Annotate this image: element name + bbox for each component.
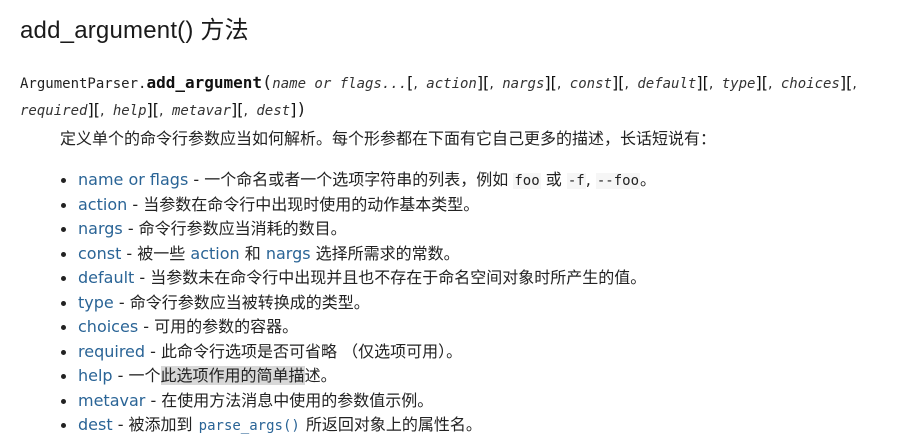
comma: ,	[99, 103, 105, 119]
item-text: - 命令行参数应当被转换成的类型。	[113, 292, 370, 312]
param-link-type[interactable]: type	[78, 293, 114, 312]
inline-code: -f	[566, 173, 586, 189]
signature-method-name: add_argument	[146, 73, 263, 92]
signature-param-type: type	[721, 76, 756, 92]
comma: ,	[413, 76, 418, 92]
item-text: 。	[640, 170, 657, 189]
item-text: - 被添加到	[112, 415, 198, 434]
param-link-const[interactable]: const	[78, 244, 121, 263]
list-item: choices - 可用的参数的容器。	[60, 315, 900, 340]
signature-param-nargs: nargs	[502, 76, 545, 92]
signature-param-name-or-flags: name or flags...	[272, 76, 408, 92]
param-link-name-or-flags[interactable]: name or flags	[78, 170, 188, 189]
signature-param-default: default	[637, 76, 697, 92]
comma: ,	[489, 76, 494, 92]
signature-param-required: required	[20, 103, 88, 119]
item-text: - 当参数未在命令行中出现并且也不存在于命名空间对象时所产生的值。	[134, 268, 647, 287]
list-item: required - 此命令行选项是否可省略 （仅选项可用）。	[60, 340, 900, 365]
item-text: 和	[239, 243, 266, 263]
comma: ,	[852, 76, 857, 92]
comma: ,	[767, 76, 773, 92]
item-text: 或	[540, 170, 567, 189]
item-text: - 被一些	[121, 243, 191, 263]
inline-link-action[interactable]: action	[190, 244, 239, 263]
doc-page: add_argument() 方法 ArgumentParser.add_arg…	[0, 0, 902, 446]
inline-code: --foo	[595, 173, 641, 189]
item-text: - 此命令行选项是否可省略 （仅选项可用）。	[145, 341, 463, 361]
comma: ,	[243, 103, 248, 119]
param-link-nargs[interactable]: nargs	[78, 219, 123, 238]
signature-param-help: help	[112, 103, 147, 119]
list-item: nargs - 命令行参数应当消耗的数目。	[60, 217, 900, 242]
list-item: const - 被一些 action 和 nargs 选择所需求的常数。	[60, 242, 900, 267]
item-text: - 可用的参数的容器。	[138, 317, 299, 336]
signature-param-action: action	[426, 76, 477, 92]
signature-param-choices: choices	[780, 76, 840, 92]
param-link-dest[interactable]: dest	[78, 415, 113, 434]
signature-param-const: const	[569, 76, 612, 92]
signature-open-paren: (	[262, 73, 273, 93]
list-item: metavar - 在使用方法消息中使用的参数值示例。	[60, 389, 900, 414]
param-link-metavar[interactable]: metavar	[78, 391, 145, 410]
list-item: action - 当参数在命令行中出现时使用的动作基本类型。	[60, 193, 900, 218]
comma: ,	[159, 103, 164, 119]
signature-param-metavar: metavar	[171, 103, 231, 119]
list-item: default - 当参数未在命令行中出现并且也不存在于命名空间对象时所产生的值…	[60, 266, 900, 291]
list-item: help - 一个此选项作用的简单描述。	[60, 364, 900, 389]
method-signature: ArgumentParser.add_argument(name or flag…	[20, 70, 900, 124]
list-item: name or flags - 一个命名或者一个选项字符串的列表，例如 foo …	[60, 168, 900, 193]
item-text: - 一个命名或者一个选项字符串的列表，例如	[188, 170, 514, 189]
item-text: 选择所需求的常数。	[310, 243, 460, 263]
param-link-default[interactable]: default	[78, 268, 134, 287]
list-item: dest - 被添加到 parse_args() 所返回对象上的属性名。	[60, 413, 900, 438]
list-item: type - 命令行参数应当被转换成的类型。	[60, 291, 900, 316]
inline-link-nargs[interactable]: nargs	[266, 244, 311, 263]
signature-param-dest: dest	[256, 103, 291, 119]
page-title: add_argument() 方法	[20, 17, 249, 44]
signature-close-paren: )	[296, 100, 307, 120]
signature-class: ArgumentParser.	[20, 76, 147, 92]
param-link-action[interactable]: action	[78, 195, 127, 214]
item-text: ,	[585, 170, 596, 189]
item-text: - 命令行参数应当消耗的数目。	[122, 219, 347, 238]
item-text: 述。	[304, 366, 337, 385]
inline-code: foo	[513, 173, 541, 189]
item-text: - 当参数在命令行中出现时使用的动作基本类型。	[127, 194, 480, 214]
param-link-required[interactable]: required	[78, 342, 145, 361]
item-text: 所返回对象上的属性名。	[300, 415, 482, 434]
inline-link-parse-args[interactable]: parse_args()	[198, 418, 301, 434]
comma: ,	[624, 76, 629, 92]
param-link-help[interactable]: help	[78, 366, 113, 385]
comma: ,	[708, 76, 714, 92]
selected-text-highlight[interactable]: 此选项作用的简单描	[160, 366, 305, 385]
item-text: - 一个	[112, 366, 161, 385]
item-text: - 在使用方法消息中使用的参数值示例。	[145, 390, 434, 410]
method-description: 定义单个的命令行参数应当如何解析。每个形参都在下面有它自己更多的描述，长话短说有…	[60, 129, 717, 148]
param-link-choices[interactable]: choices	[78, 317, 138, 336]
comma: ,	[556, 76, 562, 92]
parameter-list: name or flags - 一个命名或者一个选项字符串的列表，例如 foo …	[60, 168, 900, 438]
